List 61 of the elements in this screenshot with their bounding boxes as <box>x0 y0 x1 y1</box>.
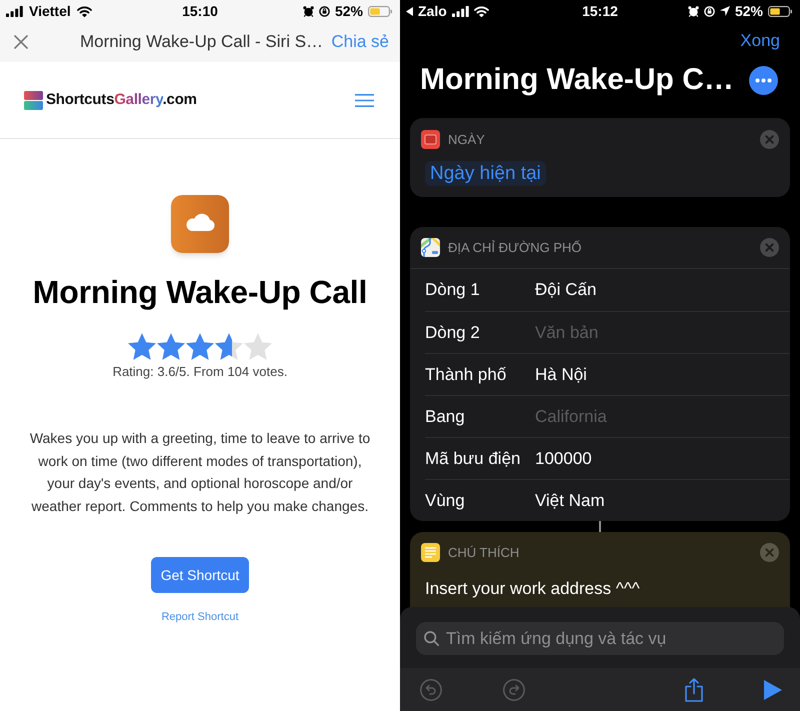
action-title: NGÀY <box>448 130 485 149</box>
action-title: CHÚ THÍCH <box>448 544 520 562</box>
signal-icon <box>452 6 469 16</box>
more-icon[interactable] <box>749 66 778 94</box>
remove-icon[interactable] <box>760 543 779 562</box>
rating-text: Rating: 3.6/5. From 104 votes. <box>112 364 288 380</box>
battery-icon <box>768 6 792 16</box>
action-title: ĐỊA CHỈ ĐƯỜNG PHỐ <box>448 238 582 257</box>
page-title: Morning Wake-Up Call - Siri S… <box>80 31 324 54</box>
get-shortcut-button[interactable]: Get Shortcut <box>150 557 250 593</box>
search-field[interactable]: Tìm kiếm ứng dụng và tác vụ <box>416 622 784 655</box>
signal-icon <box>6 6 23 16</box>
status-time: 15:12 <box>582 2 618 20</box>
field-label: Dòng 1 <box>425 279 481 302</box>
report-shortcut-link[interactable]: Report Shortcut <box>161 609 239 625</box>
logo-icon[interactable] <box>24 90 43 110</box>
wifi-icon <box>474 6 489 16</box>
location-arrow-icon <box>720 6 730 16</box>
share-icon[interactable] <box>685 678 703 702</box>
star-icon <box>157 333 185 360</box>
star-icon <box>215 333 243 360</box>
cloud-app-icon <box>171 195 229 253</box>
shortcut-description: Wakes you up with a greeting, time to leave to arrive to work on time (two different modes of transportation), your day's events, and optional horoscope and/or weather report. Comments to help you make changes. <box>28 429 372 516</box>
field-label: Thành phố <box>425 364 508 386</box>
text-field[interactable]: 100000 <box>535 438 790 479</box>
text-field[interactable]: Đội Cấn <box>535 269 790 311</box>
search-icon <box>424 631 439 646</box>
orientation-lock-icon <box>318 6 330 16</box>
done-button[interactable]: Xong <box>740 28 780 54</box>
share-button[interactable]: Chia sẻ <box>331 29 389 55</box>
star-icon <box>244 333 272 360</box>
close-icon[interactable] <box>14 35 28 49</box>
battery-percentage: 52% <box>734 2 763 20</box>
battery-icon <box>368 6 392 16</box>
carrier-name: Viettel <box>29 2 71 20</box>
alarm-clock-icon <box>302 6 314 16</box>
calendar-icon <box>421 130 440 149</box>
logo-text[interactable]: ShortcutsGallery.com <box>46 88 197 112</box>
back-triangle-icon[interactable] <box>406 6 413 16</box>
battery-percentage: 52% <box>334 2 363 20</box>
note-icon <box>421 543 440 562</box>
shortcut-title: Morning Wake-Up C… <box>420 62 734 98</box>
wifi-icon <box>76 6 92 16</box>
field-label: Bang <box>425 406 466 428</box>
text-field[interactable]: Hà Nội <box>535 354 790 395</box>
orientation-lock-icon <box>704 6 715 16</box>
variable-token[interactable]: Ngày hiện tại <box>425 161 546 186</box>
field-label: Vùng <box>425 490 466 512</box>
field-label: Dòng 2 <box>425 322 481 344</box>
play-icon[interactable] <box>764 680 782 700</box>
alarm-clock-icon <box>688 6 699 16</box>
map-icon <box>421 238 440 257</box>
star-icon <box>186 333 214 360</box>
status-time: 15:10 <box>182 2 218 20</box>
back-app-name[interactable]: Zalo <box>418 0 447 22</box>
menu-icon[interactable] <box>355 94 374 106</box>
field-label: Mã bưu điện <box>425 448 522 470</box>
shortcut-title: Morning Wake-Up Call <box>32 273 368 312</box>
text-field[interactable]: Việt Nam <box>535 480 790 521</box>
star-icon <box>128 333 156 360</box>
comment-text[interactable]: Insert your work address ^^^ <box>425 579 779 599</box>
